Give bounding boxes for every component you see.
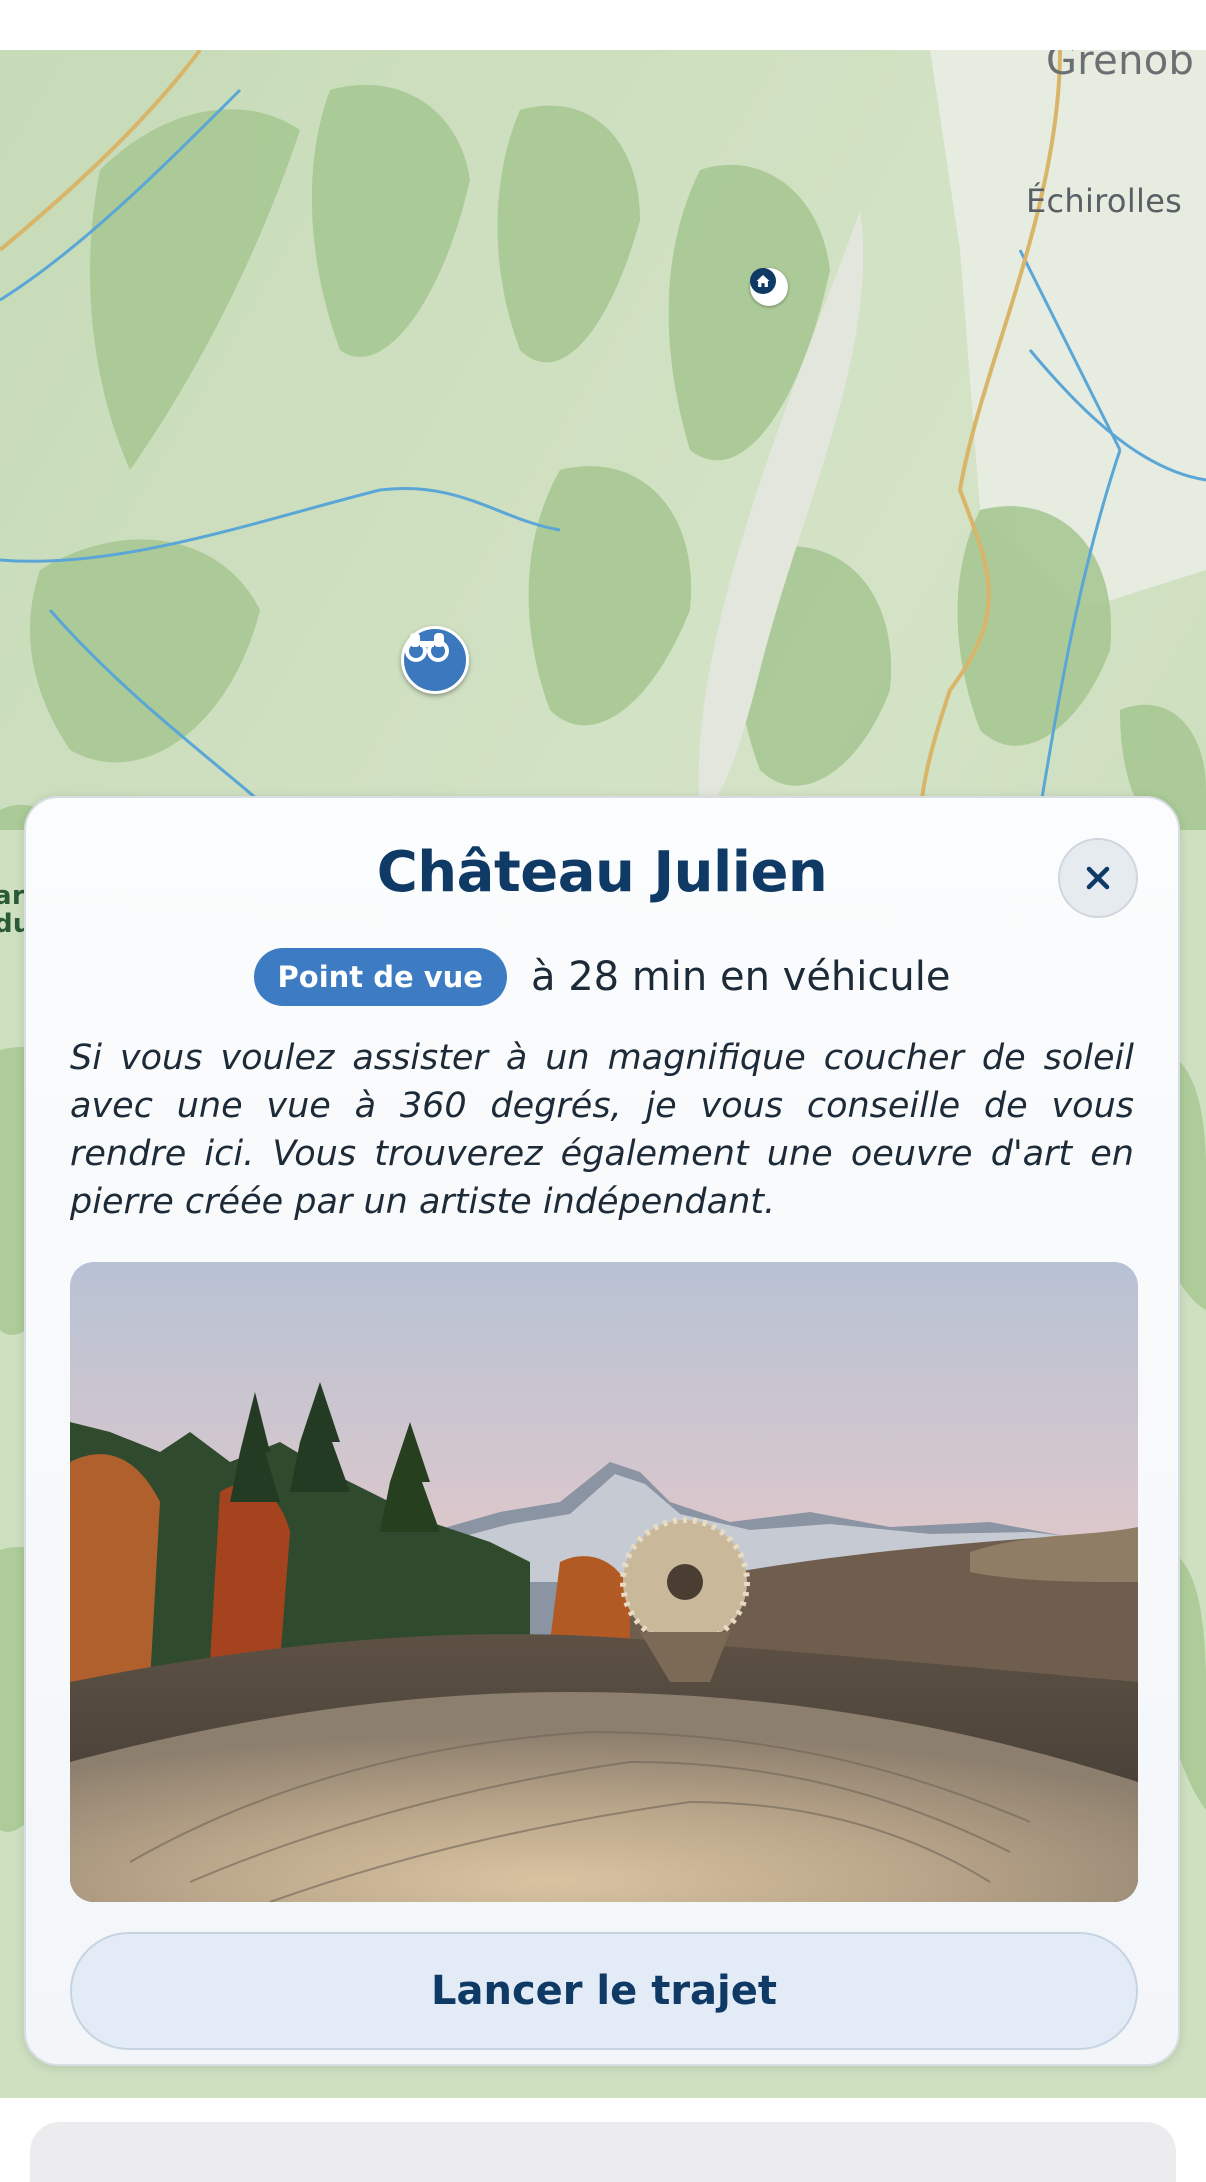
place-meta: Point de vue à 28 min en véhicule [26, 948, 1178, 1006]
place-photo-image [70, 1262, 1138, 1902]
start-route-button[interactable]: Lancer le trajet [70, 1932, 1138, 2050]
viewpoint-pin[interactable] [401, 626, 469, 694]
bottom-sheet-handle[interactable] [30, 2122, 1176, 2182]
map-label-echirolles: Échirolles [1026, 182, 1183, 220]
binoculars-icon [405, 633, 449, 662]
place-description: Si vous voulez assister à un magnifique … [70, 1038, 1134, 1222]
map-label-grenoble: Grenob [1046, 50, 1195, 84]
close-icon [1086, 866, 1110, 890]
place-title: Château Julien [376, 840, 828, 905]
travel-duration: à 28 min en véhicule [530, 954, 951, 1000]
home-icon [750, 268, 776, 294]
home-pin[interactable] [750, 268, 788, 306]
category-badge: Point de vue [253, 948, 507, 1006]
place-detail-card: Château Julien Point de vue à 28 min en … [24, 796, 1180, 2066]
place-photo [70, 1262, 1138, 1902]
close-button[interactable] [1058, 838, 1138, 918]
